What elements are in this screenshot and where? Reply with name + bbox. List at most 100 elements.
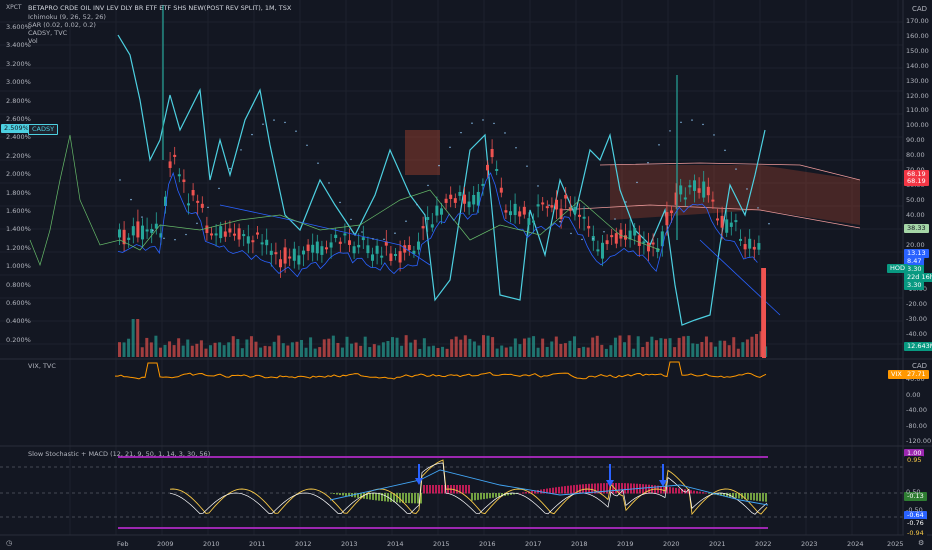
volume-bar <box>140 347 144 357</box>
candle-body <box>219 226 223 239</box>
candle-body <box>637 235 641 246</box>
candle-body <box>182 179 186 183</box>
candle-body <box>237 228 241 240</box>
candle-body <box>136 221 140 238</box>
candle-body <box>545 206 549 209</box>
sar-dot <box>647 162 649 164</box>
chart-logo-icon: ⅩPCT <box>6 4 22 11</box>
volume-bar <box>500 345 504 357</box>
indicator-ichimoku[interactable]: Ichimoku (9, 26, 52, 26) <box>28 13 106 21</box>
volume-bar <box>532 336 536 357</box>
macd-histogram-bar <box>669 487 671 494</box>
volume-bar <box>545 346 549 357</box>
candle-body <box>325 247 328 250</box>
candle-body <box>453 198 457 203</box>
macd-histogram-bar <box>408 493 410 504</box>
time-axis-label: Feb <box>117 540 129 548</box>
candle-body <box>734 220 738 223</box>
macd-histogram-bar <box>522 492 524 494</box>
candle-body <box>610 235 614 238</box>
macd-histogram-bar <box>342 493 344 496</box>
macd-histogram-bar <box>555 487 557 494</box>
candle-body <box>302 250 305 255</box>
candle-body <box>757 243 761 250</box>
left-axis-tick: 2.600% <box>6 115 31 123</box>
right-axis-tick: 130.00 <box>906 76 929 85</box>
left-axis-tick: 2.200% <box>6 151 31 160</box>
volume-bar <box>468 338 472 357</box>
macd-histogram-bar <box>693 490 695 494</box>
left-axis-tick: 3.200% <box>6 59 31 68</box>
volume-bar <box>495 348 499 357</box>
sar-dot <box>658 144 660 146</box>
candle-body <box>417 241 420 250</box>
sar-dot <box>350 218 352 221</box>
candle-body <box>329 242 333 248</box>
macd-histogram-bar <box>672 487 674 494</box>
indicator-sar[interactable]: SAR (0.02, 0.02, 0.2) <box>28 21 96 29</box>
right-axis-tick: 120.00 <box>906 91 929 100</box>
currency-label: CAD <box>912 5 928 13</box>
candle-body <box>127 237 131 240</box>
candle-body <box>706 186 710 196</box>
sar-dot <box>504 132 506 134</box>
macd-histogram-bar <box>492 493 494 498</box>
macd-histogram-bar <box>753 493 755 501</box>
left-axis-tick: 1.800% <box>6 188 31 197</box>
volume-bar <box>300 339 303 357</box>
left-axis-tick: 1.000% <box>6 262 31 271</box>
volume-bar <box>718 340 722 357</box>
time-axis-label: 2019 <box>617 540 634 548</box>
candle-body <box>536 204 540 207</box>
volume-bar <box>723 340 727 357</box>
volume-bar <box>627 335 631 357</box>
macd-histogram-bar <box>405 493 407 503</box>
price-chart-canvas[interactable] <box>0 0 932 550</box>
candle-body <box>131 226 135 236</box>
candle-body <box>449 194 453 200</box>
candle-body <box>407 245 411 251</box>
volume-bar <box>350 343 354 357</box>
macd-histogram-bar <box>396 493 398 503</box>
left-axis-tick: 2.800% <box>6 96 31 105</box>
candle-body <box>398 251 402 263</box>
right-axis-tick: 140.00 <box>906 61 929 70</box>
volume-bar <box>259 347 263 357</box>
macd-histogram-bar <box>564 486 566 494</box>
sar-dot <box>196 222 198 225</box>
settings-gear-icon[interactable]: ⚙ <box>918 539 924 547</box>
volume-bar <box>704 336 708 357</box>
right-axis-value-badge: 68.19 <box>904 177 929 186</box>
timezone-icon[interactable]: ◷ <box>6 539 12 547</box>
volume-bar <box>136 319 140 357</box>
volume-bar <box>340 347 344 357</box>
sar-dot <box>262 123 264 125</box>
symbol-title[interactable]: BETAPRO CRDE OIL INV LEV DLY BR ETF ETF … <box>28 4 291 12</box>
volume-bar <box>550 341 554 357</box>
volume-bar <box>591 337 595 357</box>
volume-bar <box>177 338 181 357</box>
macd-histogram-bar <box>690 490 692 494</box>
volume-bar <box>222 345 226 357</box>
candle-body <box>518 211 522 217</box>
sar-dot <box>515 147 517 149</box>
macd-histogram-bar <box>384 493 386 502</box>
left-axis-tick: 1.400% <box>6 225 31 234</box>
vix-value-badge: 27.71 <box>904 370 929 379</box>
sar-dot <box>559 220 561 223</box>
vix-legend[interactable]: VIX, TVC <box>28 362 56 370</box>
candle-body <box>642 241 646 244</box>
macd-histogram-bar <box>483 493 485 500</box>
stoch-legend[interactable]: Slow Stochastic + MACD (12, 21, 9, 50, 1… <box>28 450 210 458</box>
volume-bar <box>304 347 308 357</box>
indicator-cadsy[interactable]: CADSY, TVC <box>28 29 67 37</box>
volume-bar <box>395 337 399 357</box>
candle-body <box>440 208 443 215</box>
volume-bar <box>536 347 540 357</box>
candle-body <box>651 242 655 245</box>
candle-body <box>200 203 204 208</box>
left-axis-tick: 3.400% <box>6 41 31 50</box>
candle-body <box>380 255 384 258</box>
macd-histogram-bar <box>495 493 497 498</box>
macd-histogram-bar <box>627 483 629 494</box>
